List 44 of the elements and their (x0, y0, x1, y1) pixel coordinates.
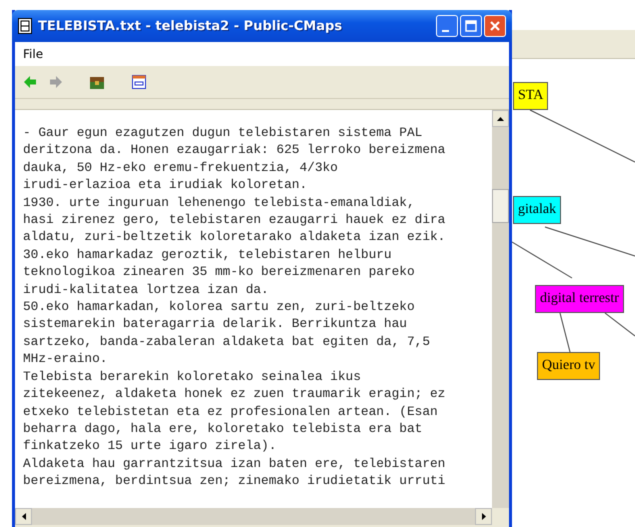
minimize-icon (442, 30, 448, 32)
text-line: - Gaur egun ezagutzen dugun telebistaren sistema PAL (23, 124, 424, 142)
chest-icon[interactable] (89, 74, 105, 90)
window-icon[interactable] (131, 74, 147, 90)
text-line: irudi-erlazioa eta irudiak koloretan. (23, 176, 308, 194)
maximize-icon (465, 20, 477, 32)
text-line: irudi-kalitatea lortzea izan da. (23, 280, 270, 298)
text-line: dauka, 50 Hz-eko eremu-frekuentzia, 4/3ko (23, 158, 339, 176)
text-line: teknologikoa zinearen 35 mm-ko bereizmenaren pareko (23, 263, 416, 281)
up-arrow-icon[interactable] (497, 116, 504, 120)
vertical-scrollbar[interactable] (492, 110, 509, 508)
close-icon (489, 20, 501, 32)
concept-node[interactable]: digital terrestr (535, 285, 624, 313)
close-button[interactable] (484, 15, 506, 37)
text-line: zitekeenez, aldaketa honek ez zuen traumarik eragin; ez (23, 385, 446, 402)
concept-node[interactable]: Quiero tv (537, 352, 600, 380)
window-title: TELEBISTA.txt - telebista2 - Public-CMaps (38, 18, 344, 34)
text-line: deritzona da. Honen ezaugarriak: 625 lerroko bereizmena (23, 141, 446, 159)
text-line: sistemarekin bateragarria delarik. Berrikuntza hau (23, 315, 408, 333)
connector-line (604, 312, 635, 336)
text-line: Telebista berarekin koloretako seinalea ikus (23, 368, 362, 386)
text-line: bereizmena, berdintsua zen; zinemako irudietatik urruti (23, 472, 446, 490)
horizontal-scrollbar[interactable] (15, 508, 492, 525)
text-line: Aldaketa hau garrantzitsua izan baten ere, telebistaren (23, 454, 446, 472)
text-line: 1930. urte inguruan lehenengo telebista-emanaldiak, (23, 194, 416, 212)
text-line: 30.eko hamarkadaz geroztik, telebistaren helburu (23, 246, 393, 264)
connector-line (560, 312, 570, 352)
text-line: aldatu, zuri-beltzetik koloretarako aldaketa izan ezik. (23, 228, 446, 246)
right-arrow-icon[interactable] (482, 513, 486, 520)
text-line: 50.eko hamarkadan, kolorea sartu zen, zuri-beltzeko (23, 298, 416, 316)
concept-node[interactable]: STA (513, 82, 548, 110)
minimize-button[interactable] (436, 15, 458, 37)
concept-node[interactable]: gitalak (513, 196, 562, 224)
text-line: sartzeko, banda-zabaleran aldaketa bat egiten da, 7,5 (23, 332, 432, 350)
menu-item[interactable]: File (21, 47, 46, 61)
text-line: MHz-eraino. (23, 350, 108, 368)
text-line: hasi zirenez gero, telebistaren ezaugarri hauek ez dira (23, 211, 446, 228)
maximize-button[interactable] (460, 15, 482, 37)
document-icon (18, 18, 32, 34)
text-line: beharra dago, hala ere, koloretako telebista era bat (23, 420, 424, 438)
text-line: finkatzeko 15 urte igaro zirela). (23, 437, 278, 455)
scrollbar-thumb[interactable] (492, 189, 509, 223)
left-arrow-icon[interactable] (22, 513, 26, 520)
text-line: etxeko telebistetan eta ez profesionalen artean. (Esan (23, 402, 439, 420)
